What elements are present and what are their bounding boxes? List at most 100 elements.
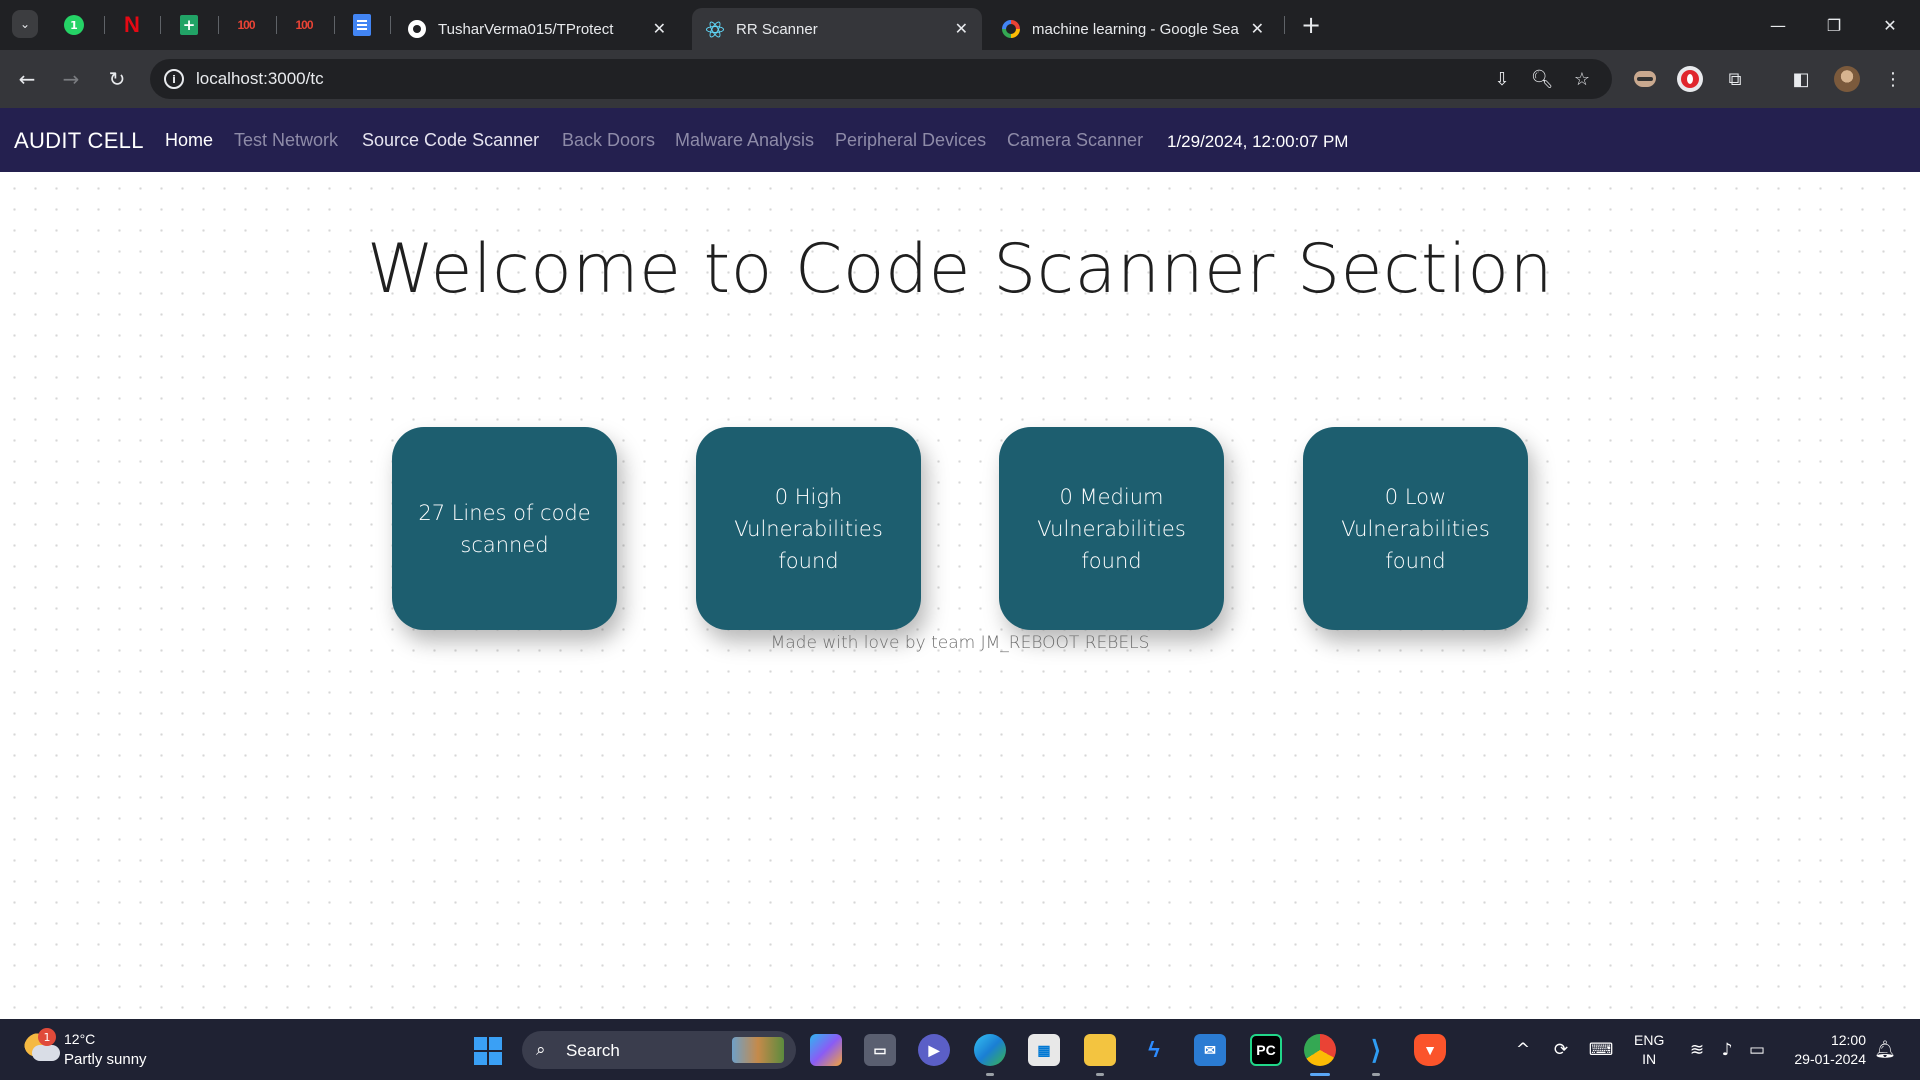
mail-icon[interactable]: ✉	[1194, 1034, 1226, 1066]
extension-mask-icon[interactable]	[1630, 64, 1660, 94]
search-highlight-image	[732, 1037, 784, 1063]
task-view-icon[interactable]: ▭	[864, 1034, 896, 1066]
brave-icon[interactable]: ▼	[1414, 1034, 1446, 1066]
battery-icon[interactable]: ▭	[1744, 1037, 1770, 1063]
google-sheets-icon: +	[180, 15, 198, 35]
pycharm-icon[interactable]: PC	[1250, 1034, 1282, 1066]
weather-cloud-icon	[32, 1045, 60, 1061]
nav-test-network[interactable]: Test Network	[234, 130, 338, 151]
keyboard-icon[interactable]: ⌨	[1588, 1037, 1614, 1063]
github-icon	[408, 20, 426, 38]
pinned-tab-hundred-2[interactable]: 100	[280, 0, 328, 50]
address-bar[interactable]: i localhost:3000/tc ⇩ 🔍︎ ☆	[150, 59, 1612, 99]
volume-icon[interactable]: ♪	[1714, 1037, 1740, 1063]
clock-date: 29-01-2024	[1794, 1051, 1866, 1067]
current-datetime: 1/29/2024, 12:00:07 PM	[1167, 132, 1349, 151]
taskbar-search-label: Search	[566, 1041, 620, 1060]
nav-back-doors[interactable]: Back Doors	[562, 130, 655, 151]
new-tab-icon[interactable]: +	[1296, 10, 1326, 40]
pinned-tab-netflix[interactable]: N	[108, 0, 156, 50]
app-brand[interactable]: AUDIT CELL	[14, 128, 144, 154]
minimize-icon[interactable]: —	[1750, 0, 1806, 50]
pinned-tab-hundred-1[interactable]: 100	[222, 0, 270, 50]
install-app-icon[interactable]: ⇩	[1490, 67, 1514, 91]
stat-card-low-vulnerabilities: 0 Low Vulnerabilities found	[1303, 427, 1528, 630]
windows-taskbar: 1 12°C Partly sunny ⌕ Search ▭ ▶ ▦ ϟ ✉ P…	[0, 1019, 1920, 1080]
weather-temp: 12°C	[64, 1031, 96, 1047]
forward-icon[interactable]: →	[56, 64, 86, 94]
whatsapp-icon: 1	[64, 15, 84, 35]
stat-card-lines-scanned: 27 Lines of code scanned	[392, 427, 617, 630]
tab-rr-scanner[interactable]: RR Scanner ✕	[692, 8, 982, 50]
back-icon[interactable]: ←	[12, 64, 42, 94]
notifications-bell-icon[interactable]: 🔔︎	[1872, 1037, 1898, 1063]
nav-malware-analysis[interactable]: Malware Analysis	[675, 130, 814, 151]
clock-time: 12:00	[1830, 1032, 1866, 1048]
tab-search-button[interactable]: ⌄	[12, 10, 38, 38]
nav-peripheral-devices[interactable]: Peripheral Devices	[835, 130, 986, 151]
google-docs-icon	[353, 14, 371, 36]
nav-camera-scanner[interactable]: Camera Scanner	[1007, 130, 1143, 151]
language-code: ENG	[1634, 1032, 1665, 1048]
page-title: Welcome to Code Scanner Section	[366, 230, 1554, 309]
file-explorer-icon[interactable]	[1084, 1034, 1116, 1066]
vscode-icon[interactable]: ⟩	[1360, 1034, 1392, 1066]
system-clock[interactable]: 12:00 29-01-2024	[1786, 1031, 1866, 1069]
pinned-tab-whatsapp[interactable]: 1	[50, 0, 98, 50]
profile-avatar[interactable]	[1832, 64, 1862, 94]
pinned-tab-docs[interactable]	[338, 0, 386, 50]
pinned-tab-sheets[interactable]: +	[165, 0, 213, 50]
stat-card-high-vulnerabilities: 0 High Vulnerabilities found	[696, 427, 921, 630]
search-icon: ⌕	[536, 1040, 546, 1060]
close-window-icon[interactable]: ✕	[1862, 0, 1918, 50]
stat-card-medium-vulnerabilities: 0 Medium Vulnerabilities found	[999, 427, 1224, 630]
tab-title: machine learning - Google Sea	[1032, 20, 1239, 38]
google-icon	[1002, 20, 1020, 38]
hundred-icon: 100	[295, 18, 313, 32]
browser-menu-icon[interactable]: ⋮	[1878, 64, 1908, 94]
taskbar-search[interactable]: ⌕ Search	[522, 1031, 796, 1069]
input-language[interactable]: ENG IN	[1634, 1031, 1664, 1069]
tab-close-icon[interactable]: ✕	[1251, 19, 1264, 39]
language-region: IN	[1642, 1051, 1657, 1067]
tab-title: RR Scanner	[736, 20, 818, 38]
browser-toolbar: ← → ↻ i localhost:3000/tc ⇩ 🔍︎ ☆ ⧉ ◧ ⋮	[0, 50, 1920, 108]
tab-github[interactable]: TusharVerma015/TProtect ✕	[394, 8, 680, 50]
address-url[interactable]: localhost:3000/tc	[196, 69, 324, 89]
browser-tab-strip: ⌄ 1 N + 100 100 TusharVerma015/TProtect …	[0, 0, 1920, 50]
copilot-icon[interactable]	[810, 1034, 842, 1066]
stat-card-label: 27 Lines of code scanned	[418, 500, 591, 557]
edge-icon[interactable]	[974, 1034, 1006, 1066]
stat-card-label: 0 High Vulnerabilities found	[734, 484, 883, 573]
teams-chat-icon[interactable]: ▶	[918, 1034, 950, 1066]
tab-google-search[interactable]: machine learning - Google Sea ✕	[988, 8, 1278, 50]
start-button-icon[interactable]	[474, 1037, 502, 1065]
tab-title: TusharVerma015/TProtect	[438, 20, 614, 38]
netflix-icon: N	[124, 12, 140, 37]
wifi-icon[interactable]: ≋	[1684, 1037, 1710, 1063]
zoom-icon[interactable]: 🔍︎	[1530, 67, 1554, 91]
power-automate-icon[interactable]: ϟ	[1138, 1034, 1170, 1066]
nav-source-code-scanner[interactable]: Source Code Scanner	[362, 130, 539, 151]
hundred-icon: 100	[237, 18, 255, 32]
tab-close-icon[interactable]: ✕	[653, 19, 666, 39]
microsoft-store-icon[interactable]: ▦	[1028, 1034, 1060, 1066]
show-hidden-icons-chevron-icon[interactable]: ^	[1510, 1037, 1536, 1063]
weather-badge: 1	[38, 1028, 56, 1046]
reload-icon[interactable]: ↻	[102, 64, 132, 94]
stat-card-label: 0 Medium Vulnerabilities found	[1037, 484, 1186, 573]
restore-icon[interactable]: ❐	[1806, 0, 1862, 50]
tab-close-icon[interactable]: ✕	[955, 19, 968, 39]
sync-icon[interactable]: ⟳	[1548, 1037, 1574, 1063]
extensions-puzzle-icon[interactable]: ⧉	[1720, 64, 1750, 94]
weather-condition: Partly sunny	[64, 1051, 147, 1068]
bookmark-star-icon[interactable]: ☆	[1570, 67, 1594, 91]
stat-card-label: 0 Low Vulnerabilities found	[1341, 484, 1490, 573]
opera-vpn-extension-icon[interactable]	[1675, 64, 1705, 94]
react-icon	[706, 19, 724, 40]
nav-home[interactable]: Home	[165, 130, 213, 151]
side-panel-icon[interactable]: ◧	[1786, 64, 1816, 94]
app-navbar: AUDIT CELL Home Test Network Source Code…	[0, 108, 1920, 172]
chrome-icon[interactable]	[1304, 1034, 1336, 1066]
site-info-icon[interactable]: i	[164, 69, 184, 89]
